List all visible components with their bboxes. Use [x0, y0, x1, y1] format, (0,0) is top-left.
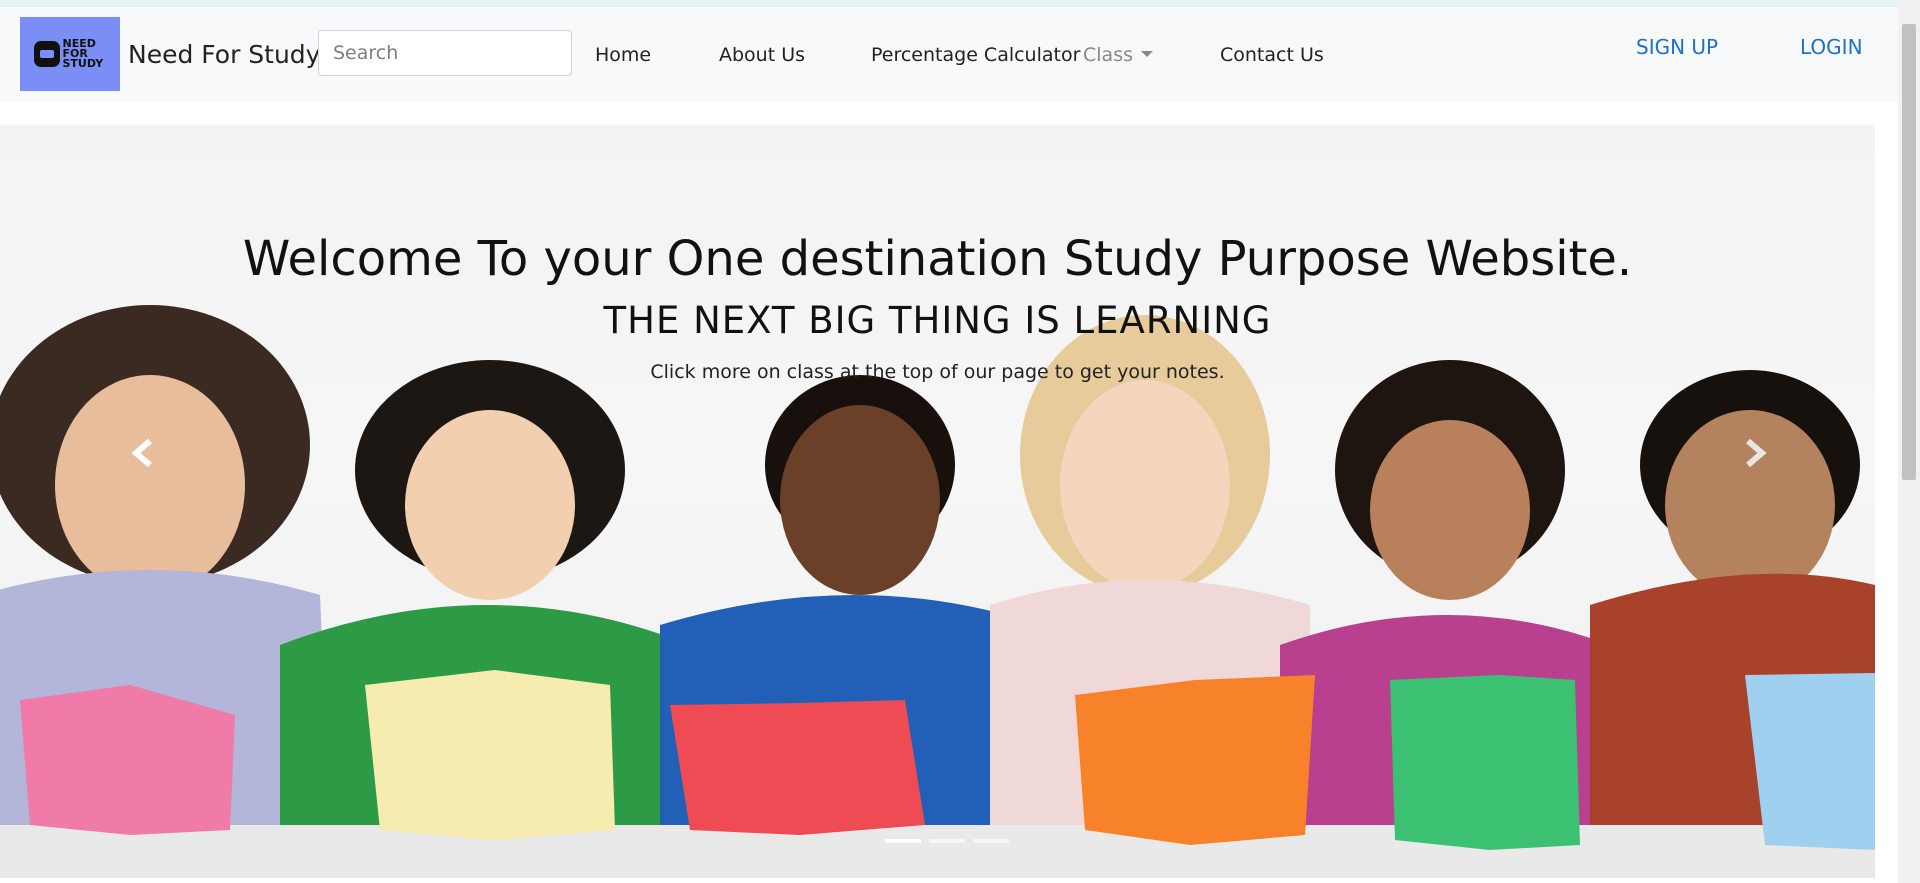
search-input[interactable]	[318, 30, 572, 76]
brand-logo[interactable]: NEED FOR STUDY	[20, 17, 120, 91]
signup-button[interactable]: SIGN UP	[1636, 35, 1718, 59]
carousel-caption-text: Click more on class at the top of our pa…	[650, 361, 1225, 383]
scrollbar-thumb[interactable]	[1902, 24, 1916, 480]
brand-name[interactable]: Need For Study	[128, 40, 320, 69]
carousel-indicators	[885, 839, 1009, 843]
carousel-next-button[interactable]	[1726, 423, 1786, 483]
navbar: NEED FOR STUDY Need For Study Home About…	[0, 6, 1898, 102]
carousel-prev-button[interactable]	[112, 423, 172, 483]
child-4-face	[1060, 380, 1230, 590]
nav-percentage-calculator-link[interactable]: Percentage Calculator	[871, 44, 1080, 66]
child-5-face	[1370, 420, 1530, 600]
caret-down-icon	[1141, 51, 1153, 57]
book-blue	[1745, 673, 1875, 850]
carousel-indicator-2[interactable]	[929, 839, 965, 843]
book-green	[1390, 675, 1580, 850]
logo-mark: NEED FOR STUDY	[33, 37, 107, 70]
carousel-heading: Welcome To your One destination Study Pu…	[242, 231, 1633, 287]
book-red	[670, 700, 925, 835]
nav-about-link[interactable]: About Us	[719, 44, 805, 66]
book-yellow	[365, 670, 615, 840]
book-orange	[1075, 675, 1315, 845]
logo-text: NEED FOR STUDY	[62, 37, 104, 70]
page-scrollbar[interactable]	[1898, 0, 1920, 883]
carousel-indicator-3[interactable]	[973, 839, 1009, 843]
chevron-right-icon	[1746, 438, 1767, 468]
child-2-face	[405, 410, 575, 600]
carousel-indicator-1[interactable]	[885, 839, 921, 843]
hero-carousel: Welcome To your One destination Study Pu…	[0, 125, 1875, 878]
child-3-face	[780, 405, 940, 595]
nav-home-link[interactable]: Home	[595, 44, 651, 66]
child-1-face	[55, 375, 245, 595]
chevron-left-icon	[131, 438, 152, 468]
nav-contact-link[interactable]: Contact Us	[1220, 44, 1324, 66]
book-pink	[20, 685, 235, 835]
graduation-cap-icon	[33, 41, 60, 67]
nav-class-label: Class	[1083, 44, 1133, 66]
carousel-subheading: THE NEXT BIG THING IS LEARNING	[603, 299, 1272, 342]
login-button[interactable]: LOGIN	[1800, 35, 1863, 59]
nav-class-dropdown[interactable]: Class	[1083, 44, 1153, 66]
